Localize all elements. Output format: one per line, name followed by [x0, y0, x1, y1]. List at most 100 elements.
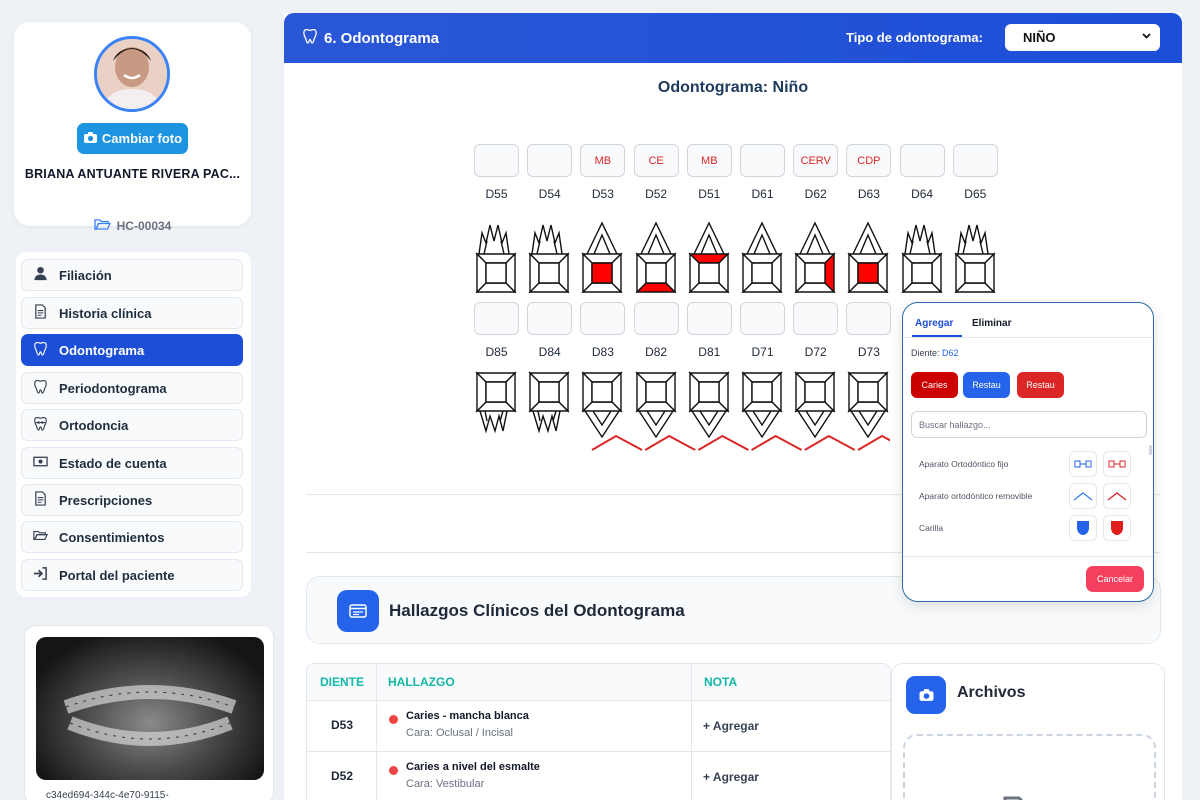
- row-tooth: D53: [330, 718, 353, 732]
- fixed-appliance-blue-option[interactable]: [1069, 451, 1097, 477]
- sidebar-item-portal-del-paciente[interactable]: Portal del paciente: [21, 559, 243, 591]
- tooth-code-box-d84[interactable]: [527, 302, 573, 335]
- tooth-code-box-d73[interactable]: [846, 302, 892, 335]
- tooth-label-d55: D55: [485, 187, 508, 201]
- tooth-code-box-d81[interactable]: [686, 302, 732, 335]
- tooth-graphic-d85[interactable]: [473, 369, 519, 446]
- odontogram-title: Odontograma: Niño: [657, 79, 809, 96]
- tooth-code-box-d85[interactable]: [474, 302, 519, 335]
- column-header-note: NOTA: [692, 664, 890, 700]
- removable-appliance-mark: [591, 434, 890, 451]
- tooth-graphic-d51[interactable]: [686, 221, 732, 298]
- tooth-surface-center: [751, 381, 773, 403]
- file-dropzone[interactable]: [903, 734, 1156, 800]
- folder-open-icon: [93, 218, 111, 234]
- finding-status-dot: [389, 715, 398, 724]
- tooth-code-box-d51[interactable]: MB: [686, 144, 732, 177]
- scrollbar[interactable]: [1149, 445, 1152, 455]
- tooth-code-box-d61[interactable]: [740, 144, 785, 177]
- change-photo-label: Cambiar foto: [101, 131, 183, 146]
- tooth-code-box-d71[interactable]: [740, 302, 785, 335]
- tooth-surface-center: [591, 262, 614, 284]
- tooth-code-box-d65[interactable]: [952, 144, 998, 177]
- veneer-red-option[interactable]: [1103, 515, 1131, 541]
- veneer-blue-option[interactable]: [1069, 515, 1097, 541]
- xray-caption: c34ed694-344c-4e70-9115-: [46, 790, 169, 800]
- caries-button[interactable]: Caries: [911, 372, 958, 398]
- tooth-surface-center: [751, 262, 773, 284]
- tooth-graphic-d61[interactable]: [739, 221, 785, 298]
- tooth-label-d81: D81: [698, 345, 721, 359]
- fixed-appliance-icon: [1108, 460, 1126, 468]
- tooth-label-d54: D54: [538, 187, 561, 201]
- tooth-graphic-d55[interactable]: [473, 221, 519, 298]
- patient-name: BRIANA ANTUANTE RIVERA PAC...: [24, 167, 241, 181]
- panoramic-xray-image[interactable]: [36, 637, 264, 780]
- tab-remove[interactable]: Eliminar: [972, 318, 1011, 329]
- panel-title: 6. Odontograma: [302, 28, 439, 48]
- removable-appliance-red-option[interactable]: [1103, 483, 1131, 509]
- tooth-label-d83: D83: [591, 345, 614, 359]
- tooth-surface-center: [857, 262, 880, 284]
- change-photo-button[interactable]: Cambiar foto: [77, 123, 188, 154]
- row-tooth: D52: [330, 769, 353, 783]
- tooth-code-box-d63[interactable]: CDP: [846, 144, 892, 177]
- sidebar-item-odontograma[interactable]: Odontograma: [21, 334, 243, 366]
- odontogram-type-select[interactable]: NIÑO: [1005, 24, 1160, 51]
- tooth-graphic-d64[interactable]: [899, 221, 945, 298]
- row-face: Cara: Oclusal / Incisal: [406, 727, 513, 739]
- sidebar-item-prescripciones[interactable]: Prescripciones: [21, 484, 243, 516]
- add-note-button[interactable]: + Agregar: [703, 719, 759, 733]
- xray-card[interactable]: c34ed694-344c-4e70-9115-: [24, 625, 274, 800]
- sidebar-item-historia-clinica[interactable]: Historia clínica: [21, 297, 243, 329]
- tooth-graphic-d84[interactable]: [526, 369, 572, 446]
- removable-appliance-blue-option[interactable]: [1069, 483, 1097, 509]
- sidebar-item-consentimientos[interactable]: Consentimientos: [21, 521, 243, 553]
- tooth-surface-center: [538, 381, 560, 403]
- tooth-label-d63: D63: [857, 187, 880, 201]
- tooth-label-d82: D82: [645, 345, 668, 359]
- tooth-code-box-d55[interactable]: [474, 144, 519, 177]
- sidebar-item-periodontograma[interactable]: Periodontograma: [21, 372, 243, 404]
- sidebar-item-ortodoncia[interactable]: Ortodoncia: [21, 409, 243, 441]
- restoration-red-button[interactable]: Restau: [1017, 372, 1064, 398]
- tooth-graphic-d62[interactable]: [792, 221, 838, 298]
- tooth-label-d62: D62: [804, 187, 827, 201]
- sidebar-item-estado-de-cuenta[interactable]: Estado de cuenta: [21, 447, 243, 479]
- tooth-surface-center: [964, 262, 986, 284]
- row-finding: Caries a nivel del esmalte: [406, 761, 540, 773]
- finding-search-input[interactable]: Buscar hallazgo...: [911, 411, 1147, 438]
- chevron-down-icon: [1141, 30, 1152, 44]
- column-header-finding: HALLAZGO: [377, 664, 692, 700]
- patient-photo: [97, 39, 167, 109]
- tooth-code-box-d72[interactable]: [793, 302, 839, 335]
- tooth-icon: [33, 379, 48, 397]
- tooth-code-box-d64[interactable]: [899, 144, 945, 177]
- fixed-appliance-red-option[interactable]: [1103, 451, 1131, 477]
- tooth-surface-center: [698, 262, 720, 284]
- tooth-graphic-d53[interactable]: [579, 221, 625, 298]
- tooth-icon: [33, 341, 48, 359]
- tooth-code-box-d52[interactable]: CE: [633, 144, 679, 177]
- tooth-graphic-d54[interactable]: [526, 221, 572, 298]
- tooth-code-box-d53[interactable]: MB: [580, 144, 626, 177]
- tooth-surface-center: [644, 381, 667, 403]
- folder-open-icon: [33, 528, 49, 546]
- tab-add[interactable]: Agregar: [915, 318, 953, 329]
- tooth-graphic-d65[interactable]: [952, 221, 998, 298]
- fixed-appliance-icon: [1074, 460, 1092, 468]
- row-face: Cara: Vestibular: [406, 778, 485, 790]
- tooth-code-box-d83[interactable]: [580, 302, 626, 335]
- tooth-graphic-d52[interactable]: [633, 221, 679, 298]
- tooth-code-box-d54[interactable]: [527, 144, 573, 177]
- tooth-label-d64: D64: [911, 187, 934, 201]
- tooth-code-box-d82[interactable]: [633, 302, 679, 335]
- cancel-button[interactable]: Cancelar: [1086, 566, 1144, 592]
- findings-title: Hallazgos Clínicos del Odontograma: [389, 601, 685, 620]
- tooth-code-box-d62[interactable]: CERV: [793, 144, 839, 177]
- removable-appliance-icon: [1073, 492, 1093, 501]
- tooth-graphic-d63[interactable]: [845, 221, 891, 298]
- add-note-button[interactable]: + Agregar: [703, 770, 759, 784]
- sidebar-item-filiacion[interactable]: Filiación: [21, 259, 243, 291]
- restoration-blue-button[interactable]: Restau: [963, 372, 1010, 398]
